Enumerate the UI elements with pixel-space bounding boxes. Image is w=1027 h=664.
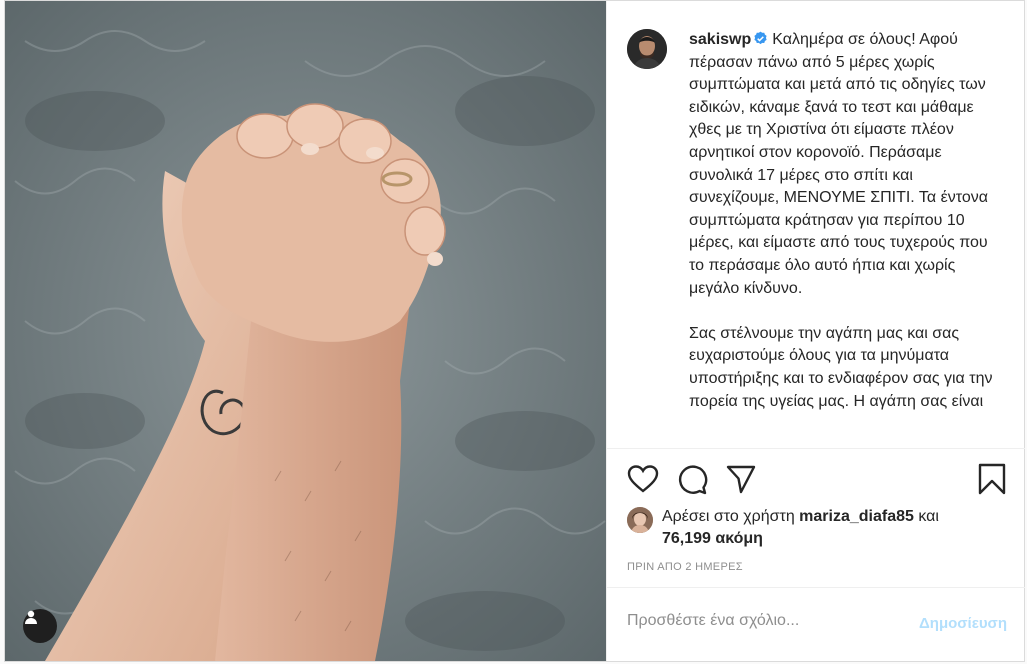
liker-username[interactable]: mariza_diafa85 (799, 508, 914, 525)
actions-bar (607, 448, 1025, 510)
likes-joiner: και (918, 508, 939, 525)
profile-avatar-icon (627, 29, 667, 69)
bookmark-icon (978, 463, 1006, 495)
post-comment-button[interactable]: Δημοσίευση (919, 615, 1007, 632)
share-button[interactable] (725, 463, 759, 497)
post-photo[interactable] (5, 1, 606, 661)
likes-prefix: Αρέσει στο χρήστη (662, 508, 795, 525)
caption-section: sakiswp Καλημέρα σε όλους! Αφού πέρασαν π… (607, 1, 1025, 448)
post-timestamp[interactable]: ΠΡΙΝ ΑΠΟ 2 ΗΜΕΡΕΣ (627, 561, 743, 573)
person-icon (25, 610, 37, 624)
liker-avatar-icon (627, 507, 653, 533)
heart-icon (627, 465, 659, 493)
caption-text: sakiswp Καλημέρα σε όλους! Αφού πέρασαν π… (689, 29, 1003, 448)
tagged-users-button[interactable] (23, 609, 57, 643)
comment-icon (678, 465, 708, 495)
instagram-post: sakiswp Καλημέρα σε όλους! Αφού πέρασαν π… (4, 0, 1025, 662)
comment-input[interactable] (627, 612, 897, 630)
likes-text: Αρέσει στο χρήστη mariza_diafa85 και 76,1… (662, 506, 992, 550)
likes-section: Αρέσει στο χρήστη mariza_diafa85 και 76,1… (627, 506, 992, 550)
share-icon (726, 465, 756, 494)
comment-button[interactable] (676, 463, 710, 497)
author-username[interactable]: sakiswp (689, 31, 751, 48)
like-button[interactable] (627, 463, 661, 497)
caption-paragraph-1: Καλημέρα σε όλους! Αφού πέρασαν πάνω από… (689, 31, 993, 297)
comment-bar: Δημοσίευση (607, 587, 1025, 661)
author-avatar[interactable] (627, 29, 667, 69)
liker-avatar[interactable] (627, 507, 653, 533)
holding-hands-image (5, 1, 606, 661)
save-button[interactable] (977, 463, 1011, 497)
verified-badge-icon (754, 31, 767, 45)
likes-count[interactable]: 76,199 ακόμη (662, 530, 763, 547)
caption-paragraph-2: Σας στέλνουμε την αγάπη μας και σας ευχα… (689, 324, 997, 410)
post-details-panel: sakiswp Καλημέρα σε όλους! Αφού πέρασαν π… (606, 1, 1025, 661)
